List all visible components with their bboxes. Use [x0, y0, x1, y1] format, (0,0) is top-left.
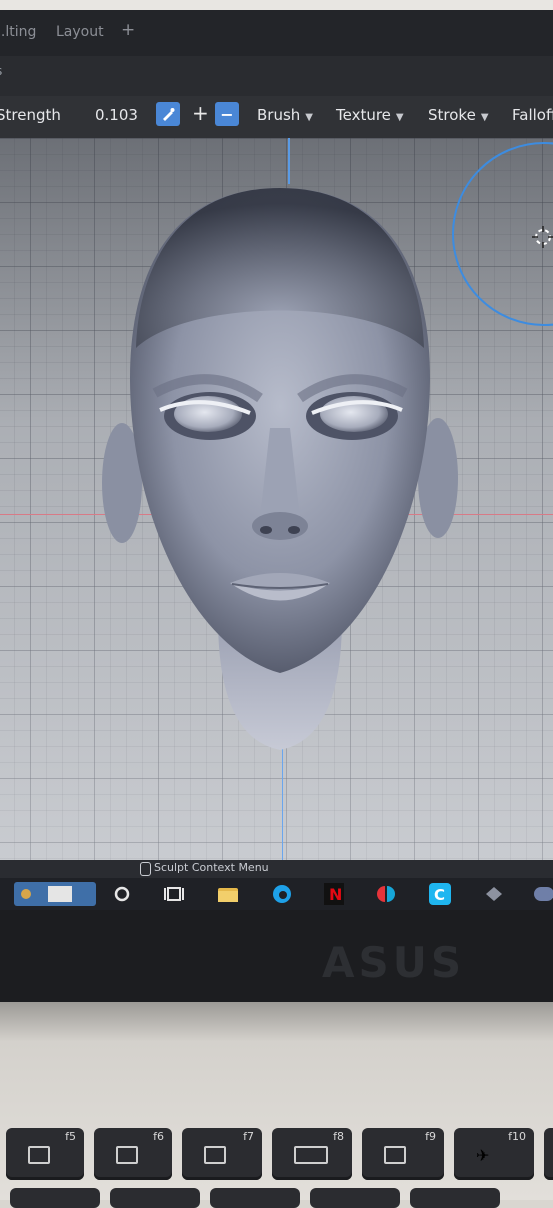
laptop-bezel: ASUS: [0, 910, 553, 1002]
brush-label: Brush: [257, 106, 301, 124]
folder-icon[interactable]: [216, 883, 240, 905]
stroke-dropdown[interactable]: Stroke ▼: [428, 106, 489, 124]
background-wall: [0, 0, 553, 10]
key-row2-4[interactable]: [310, 1188, 400, 1208]
chevron-down-icon: ▼: [480, 112, 489, 123]
minus-icon: −: [220, 104, 234, 124]
texture-dropdown[interactable]: Texture ▼: [336, 106, 404, 124]
c-app-icon[interactable]: C: [428, 883, 452, 905]
laptop-screen: ...lting Layout + s Strength 0.103 + − B…: [0, 10, 553, 910]
task-view-icon[interactable]: [162, 883, 186, 905]
display-icon: [28, 1146, 50, 1164]
touchpad-icon: [384, 1146, 406, 1164]
strength-label: Strength: [0, 106, 61, 124]
mode-icon: s: [0, 64, 2, 78]
chevron-down-icon: ▼: [305, 112, 313, 123]
direction-add-button[interactable]: +: [192, 101, 209, 125]
context-menu-hint: Sculpt Context Menu: [154, 861, 269, 874]
stroke-label: Stroke: [428, 106, 476, 124]
tab-layout[interactable]: Layout: [56, 24, 104, 40]
header-strip: s: [0, 56, 553, 96]
key-f5[interactable]: f5: [6, 1128, 84, 1180]
3d-viewport[interactable]: [0, 138, 553, 860]
svg-text:C: C: [434, 886, 445, 904]
key-f7-label: f7: [243, 1130, 254, 1143]
key-row2-1[interactable]: [10, 1188, 100, 1208]
brush-dropdown[interactable]: Brush ▼: [257, 106, 313, 124]
svg-text:N: N: [329, 885, 342, 904]
status-bar: Sculpt Context Menu: [0, 860, 553, 878]
workspace-tabbar: ...lting Layout +: [0, 10, 553, 56]
key-f9[interactable]: f9: [362, 1128, 444, 1180]
key-row2-5[interactable]: [410, 1188, 500, 1208]
key-row2-3[interactable]: [210, 1188, 300, 1208]
airplane-icon: ✈: [476, 1146, 490, 1165]
diamond-icon[interactable]: [482, 883, 506, 905]
key-f10-label: f10: [508, 1130, 526, 1143]
key-f6-label: f6: [153, 1130, 164, 1143]
brightness-icon: [116, 1146, 138, 1164]
key-f6[interactable]: f6: [94, 1128, 172, 1180]
mouse-icon: [140, 862, 151, 876]
switch-icon[interactable]: [374, 883, 398, 905]
falloff-dropdown[interactable]: Falloff: [512, 106, 553, 124]
pressure-pen-icon[interactable]: [156, 102, 180, 126]
key-row2-2[interactable]: [110, 1188, 200, 1208]
strength-value-field[interactable]: 0.103: [95, 106, 138, 124]
key-f8[interactable]: f8: [272, 1128, 352, 1180]
brand-logo: ASUS: [322, 938, 466, 987]
windows-taskbar: N C: [0, 878, 553, 910]
tab-sculpting[interactable]: ...lting: [0, 24, 36, 40]
add-workspace-button[interactable]: +: [121, 20, 135, 40]
projector-icon: [294, 1146, 328, 1164]
texture-label: Texture: [336, 106, 391, 124]
falloff-label: Falloff: [512, 106, 553, 124]
key-f7[interactable]: f7: [182, 1128, 262, 1180]
netflix-icon[interactable]: N: [322, 883, 346, 905]
thumbnail-icon[interactable]: [14, 882, 96, 906]
key-f8-label: f8: [333, 1130, 344, 1143]
chat-icon[interactable]: [532, 883, 553, 905]
key-f9-label: f9: [425, 1130, 436, 1143]
edge-icon[interactable]: [270, 883, 294, 905]
key-f5-label: f5: [65, 1130, 76, 1143]
chevron-down-icon: ▼: [395, 112, 404, 123]
search-circle-icon[interactable]: [110, 883, 134, 905]
key-f10[interactable]: f10 ✈: [454, 1128, 534, 1180]
direction-subtract-button[interactable]: −: [215, 102, 239, 126]
sculpted-head-model[interactable]: [100, 178, 460, 758]
key-f11-partial[interactable]: [544, 1128, 553, 1180]
screen-off-icon: [204, 1146, 226, 1164]
tool-settings-bar: Strength 0.103 + − Brush ▼ Texture ▼ Strok…: [0, 96, 553, 138]
3d-cursor-icon[interactable]: [532, 226, 553, 248]
